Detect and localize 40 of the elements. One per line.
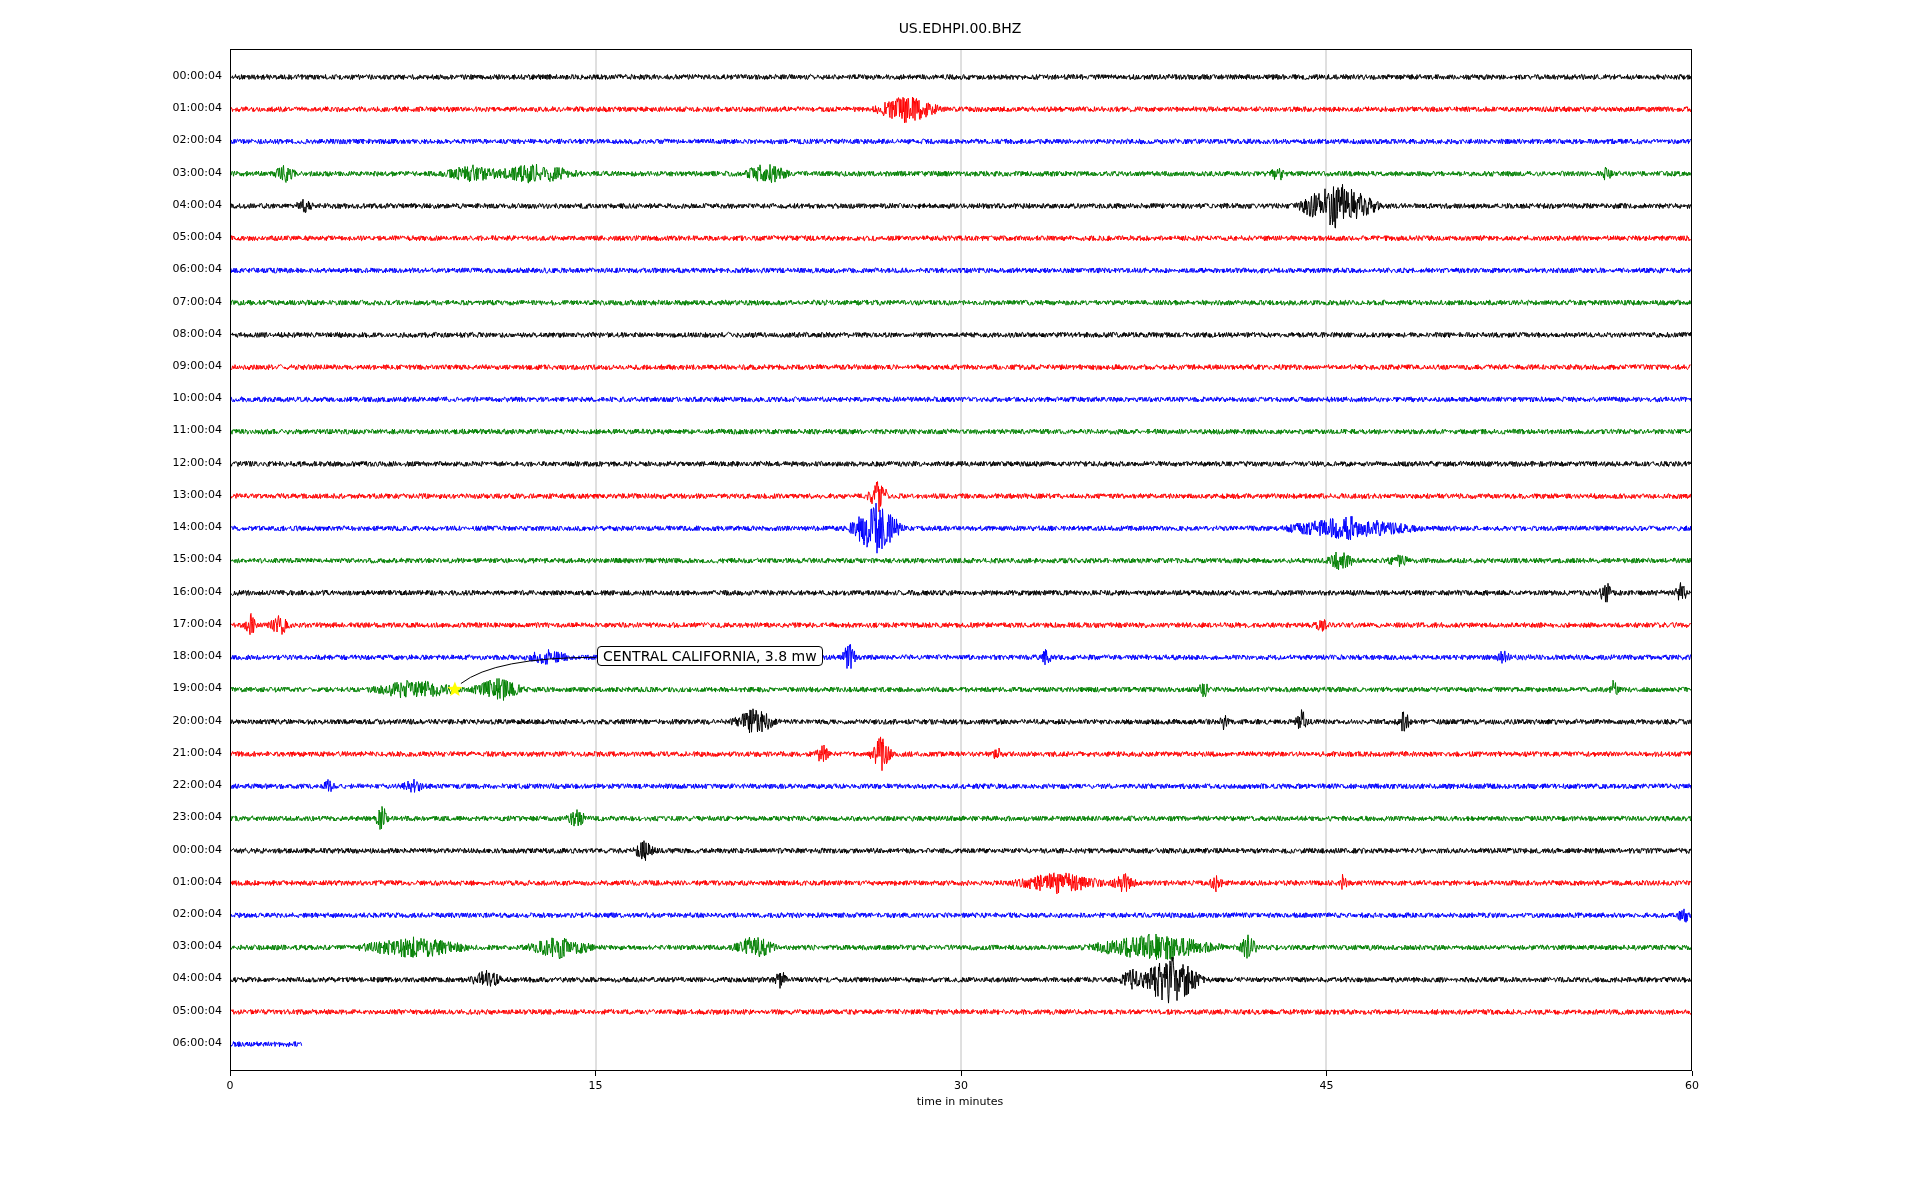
time-label: 15:00:04: [172, 551, 222, 568]
time-label: 06:00:04: [172, 1034, 222, 1051]
time-label: 03:00:04: [172, 938, 222, 955]
time-label: 06:00:04: [172, 261, 222, 278]
time-label: 21:00:04: [172, 744, 222, 761]
time-label: 18:00:04: [172, 648, 222, 665]
time-label: 16:00:04: [172, 583, 222, 600]
time-label: 11:00:04: [172, 422, 222, 439]
time-label: 12:00:04: [172, 454, 222, 471]
time-label: 04:00:04: [172, 970, 222, 987]
time-label: 05:00:04: [172, 229, 222, 246]
time-label: 05:00:04: [172, 1002, 222, 1019]
time-label: 13:00:04: [172, 486, 222, 503]
time-label: 19:00:04: [172, 680, 222, 697]
time-label: 20:00:04: [172, 712, 222, 729]
time-label: 08:00:04: [172, 325, 222, 342]
time-label: 10:00:04: [172, 390, 222, 407]
time-label: 09:00:04: [172, 358, 222, 374]
event-annotation: CENTRAL CALIFORNIA, 3.8 mw: [597, 646, 823, 667]
time-label: 01:00:04: [172, 873, 222, 890]
time-label: 02:00:04: [172, 132, 222, 149]
tick-label: 60: [1685, 1079, 1699, 1092]
star-icon: [447, 681, 463, 696]
axis-label: time in minutes: [915, 1095, 1005, 1108]
time-label: 00:00:04: [172, 841, 222, 858]
plot-title: US.EDHPI.00.BHZ: [897, 20, 1023, 36]
time-label: 17:00:04: [172, 615, 222, 632]
time-label: 22:00:04: [172, 777, 222, 794]
time-label: 23:00:04: [172, 809, 222, 826]
time-label: 01:00:04: [172, 100, 222, 117]
tick-label: 45: [1319, 1079, 1334, 1092]
tick-label: 30: [954, 1079, 968, 1092]
tick-label: 0: [226, 1079, 234, 1092]
tick-label: 15: [588, 1079, 603, 1092]
time-label: 00:00:04: [172, 67, 222, 84]
time-label: 04:00:04: [172, 196, 222, 213]
time-label: 03:00:04: [172, 164, 222, 181]
time-label: 07:00:04: [172, 293, 222, 310]
time-label: 14:00:04: [172, 519, 222, 536]
time-label: 02:00:04: [172, 905, 222, 922]
